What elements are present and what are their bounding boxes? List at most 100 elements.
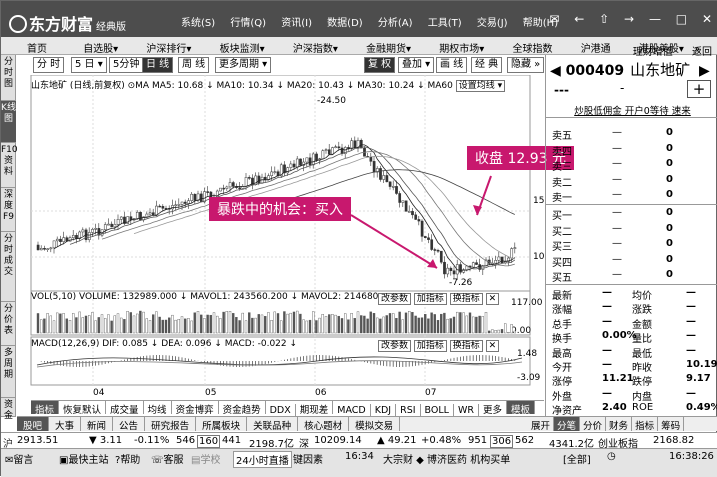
nav-index[interactable]: 沪深指数▾	[293, 37, 338, 55]
nav-sector[interactable]: 板块监测▾	[220, 37, 265, 55]
asks-row-1[interactable]: 卖四 — 0	[546, 143, 717, 158]
up-icon[interactable]: ⇧	[599, 12, 609, 26]
period-5min-button[interactable]: 5分钟	[109, 57, 144, 73]
period-day-button[interactable]: 日 线	[142, 57, 174, 73]
bids-row-3[interactable]: 买四 — 0	[546, 254, 717, 269]
mail-icon[interactable]: ✉	[549, 12, 559, 26]
ma-setting-button[interactable]: 设置均线 ▾	[455, 80, 506, 92]
indicator-tab-5[interactable]: 资金趋势	[219, 401, 266, 416]
menu-trade[interactable]: 交易(J)	[477, 18, 508, 29]
info-tab-8[interactable]: 模拟交易	[349, 417, 401, 432]
help-button[interactable]: ?帮助	[115, 451, 140, 466]
vol-add-button[interactable]: 加指标	[413, 293, 447, 305]
tab-price-table[interactable]: 分价表	[1, 302, 16, 346]
menu-quotes[interactable]: 行情(Q)	[230, 18, 266, 29]
close-icon[interactable]: ✕	[702, 12, 712, 26]
info-tab-7[interactable]: 核心题材	[298, 417, 350, 432]
draw-line-button[interactable]: 画 线	[436, 57, 468, 73]
maximize-icon[interactable]: □	[676, 12, 687, 26]
nav-hk-connect[interactable]: 沪港通	[581, 37, 611, 55]
bids-row-2[interactable]: 买三 — 0	[546, 238, 717, 253]
fastest-server-button[interactable]: ▣最快主站	[59, 451, 108, 466]
prev-stock-icon[interactable]: ◀	[550, 63, 561, 79]
indicator-tab-3[interactable]: 均线	[144, 401, 172, 416]
period-5day-button[interactable]: 5 日 ▾	[71, 57, 107, 73]
info-tab-6[interactable]: 关联品种	[247, 417, 299, 432]
macd-param-button[interactable]: 改参数	[378, 340, 412, 352]
nav-ranking[interactable]: 沪深排行▾	[146, 37, 191, 55]
school-button[interactable]: ▤学校	[191, 451, 220, 466]
promo-link[interactable]: 炒股低佣金 开户0等待 速来	[546, 103, 717, 118]
indicator-tab-1[interactable]: 恢复默认	[59, 401, 107, 416]
info-right-tab-4[interactable]: 指标	[632, 417, 659, 432]
macd-switch-button[interactable]: 换指标	[449, 340, 483, 352]
back-icon[interactable]: ←	[574, 12, 584, 26]
nav-global[interactable]: 全球指数	[513, 37, 553, 55]
cy-value[interactable]: 2168.82	[653, 435, 694, 446]
info-right-tab-5[interactable]: 筹码	[658, 417, 685, 432]
nav-options[interactable]: 期权市场▾	[439, 37, 484, 55]
bids-row-1[interactable]: 买二 — 0	[546, 223, 717, 238]
bids-row-4[interactable]: 买五 — 0	[546, 269, 717, 284]
info-tab-1[interactable]: 大事	[49, 417, 82, 432]
add-watchlist-button[interactable]: +	[687, 80, 711, 98]
kline-chart[interactable]: 15.0010.00117.000.001.48-3.0904050607-24…	[17, 75, 544, 413]
tab-minute-chart[interactable]: 分时图	[1, 55, 16, 101]
forward-icon[interactable]: →	[624, 12, 634, 26]
asks-row-2[interactable]: 卖三 — 0	[546, 158, 717, 173]
asks-row-0[interactable]: 卖五 — 0	[546, 127, 717, 142]
indicator-tab-7[interactable]: 期现差	[296, 401, 334, 416]
indicator-tab-13[interactable]: 更多	[479, 401, 507, 416]
classic-button[interactable]: 经 典	[471, 57, 503, 73]
hide-button[interactable]: 隐藏 »	[507, 57, 545, 73]
live-button[interactable]: 24小时直播	[233, 451, 292, 468]
indicator-tab-2[interactable]: 成交量	[106, 401, 144, 416]
tab-kline[interactable]: K线图	[1, 101, 16, 143]
tab-f9[interactable]: 深度F9	[1, 188, 16, 232]
info-right-tab-3[interactable]: 财务	[606, 417, 633, 432]
period-minute-button[interactable]: 分 时	[33, 57, 65, 73]
tab-multi-period[interactable]: 多周期	[1, 346, 16, 398]
indicator-tab-4[interactable]: 资金博弈	[172, 401, 219, 416]
vol-param-button[interactable]: 改参数	[378, 293, 412, 305]
menu-analysis[interactable]: 分析(A)	[378, 18, 413, 29]
more-period-button[interactable]: 更多周期 ▾	[215, 57, 272, 73]
info-right-tab-0[interactable]: 展开	[528, 417, 555, 432]
info-tab-0[interactable]: 股吧	[17, 417, 50, 432]
period-week-button[interactable]: 周 线	[178, 57, 210, 73]
tab-funds[interactable]: 资金	[1, 398, 16, 421]
service-button[interactable]: ☏客服	[151, 451, 184, 466]
minimize-icon[interactable]: —	[649, 12, 661, 26]
news-ticker[interactable]: 大宗财 ◆ 博济医药 机构买单	[383, 451, 510, 466]
info-tab-5[interactable]: 所属板块	[196, 417, 248, 432]
macd-close-icon[interactable]: ✕	[485, 340, 500, 352]
next-stock-icon[interactable]: ▶	[699, 63, 710, 79]
message-button[interactable]: ✉留言	[5, 451, 33, 466]
menu-tools[interactable]: 工具(T)	[428, 18, 462, 29]
sz-index-value[interactable]: 10209.14	[314, 435, 362, 446]
info-tab-4[interactable]: 研究报告	[145, 417, 197, 432]
tab-trades[interactable]: 分时成交	[1, 232, 16, 302]
indicator-tab-0[interactable]: 指标	[31, 401, 60, 416]
vol-close-icon[interactable]: ✕	[485, 293, 500, 305]
all-news-button[interactable]: [全部]	[563, 451, 591, 466]
overlay-button[interactable]: 叠加 ▾	[398, 57, 435, 73]
asks-row-4[interactable]: 卖一 — 0	[546, 189, 717, 204]
menu-system[interactable]: 系统(S)	[181, 18, 215, 29]
info-right-tab-1[interactable]: 分笔	[554, 417, 581, 432]
indicator-tab-14[interactable]: 模板	[506, 401, 535, 416]
nav-watchlist[interactable]: 自选股▾	[83, 37, 118, 55]
vol-switch-button[interactable]: 换指标	[449, 293, 483, 305]
bids-row-0[interactable]: 买一 — 0	[546, 207, 717, 222]
menu-info[interactable]: 资讯(I)	[281, 18, 312, 29]
nav-futures[interactable]: 金融期货▾	[366, 37, 411, 55]
adjust-button[interactable]: 复 权	[364, 57, 396, 73]
menu-data[interactable]: 数据(D)	[327, 18, 363, 29]
info-tab-2[interactable]: 新闻	[81, 417, 114, 432]
macd-add-button[interactable]: 加指标	[413, 340, 447, 352]
asks-row-3[interactable]: 卖二 — 0	[546, 174, 717, 189]
nav-home[interactable]: 首页	[27, 37, 47, 55]
info-right-tab-2[interactable]: 分价	[580, 417, 607, 432]
info-tab-3[interactable]: 公告	[113, 417, 146, 432]
sh-index-value[interactable]: 2913.51	[17, 435, 58, 446]
